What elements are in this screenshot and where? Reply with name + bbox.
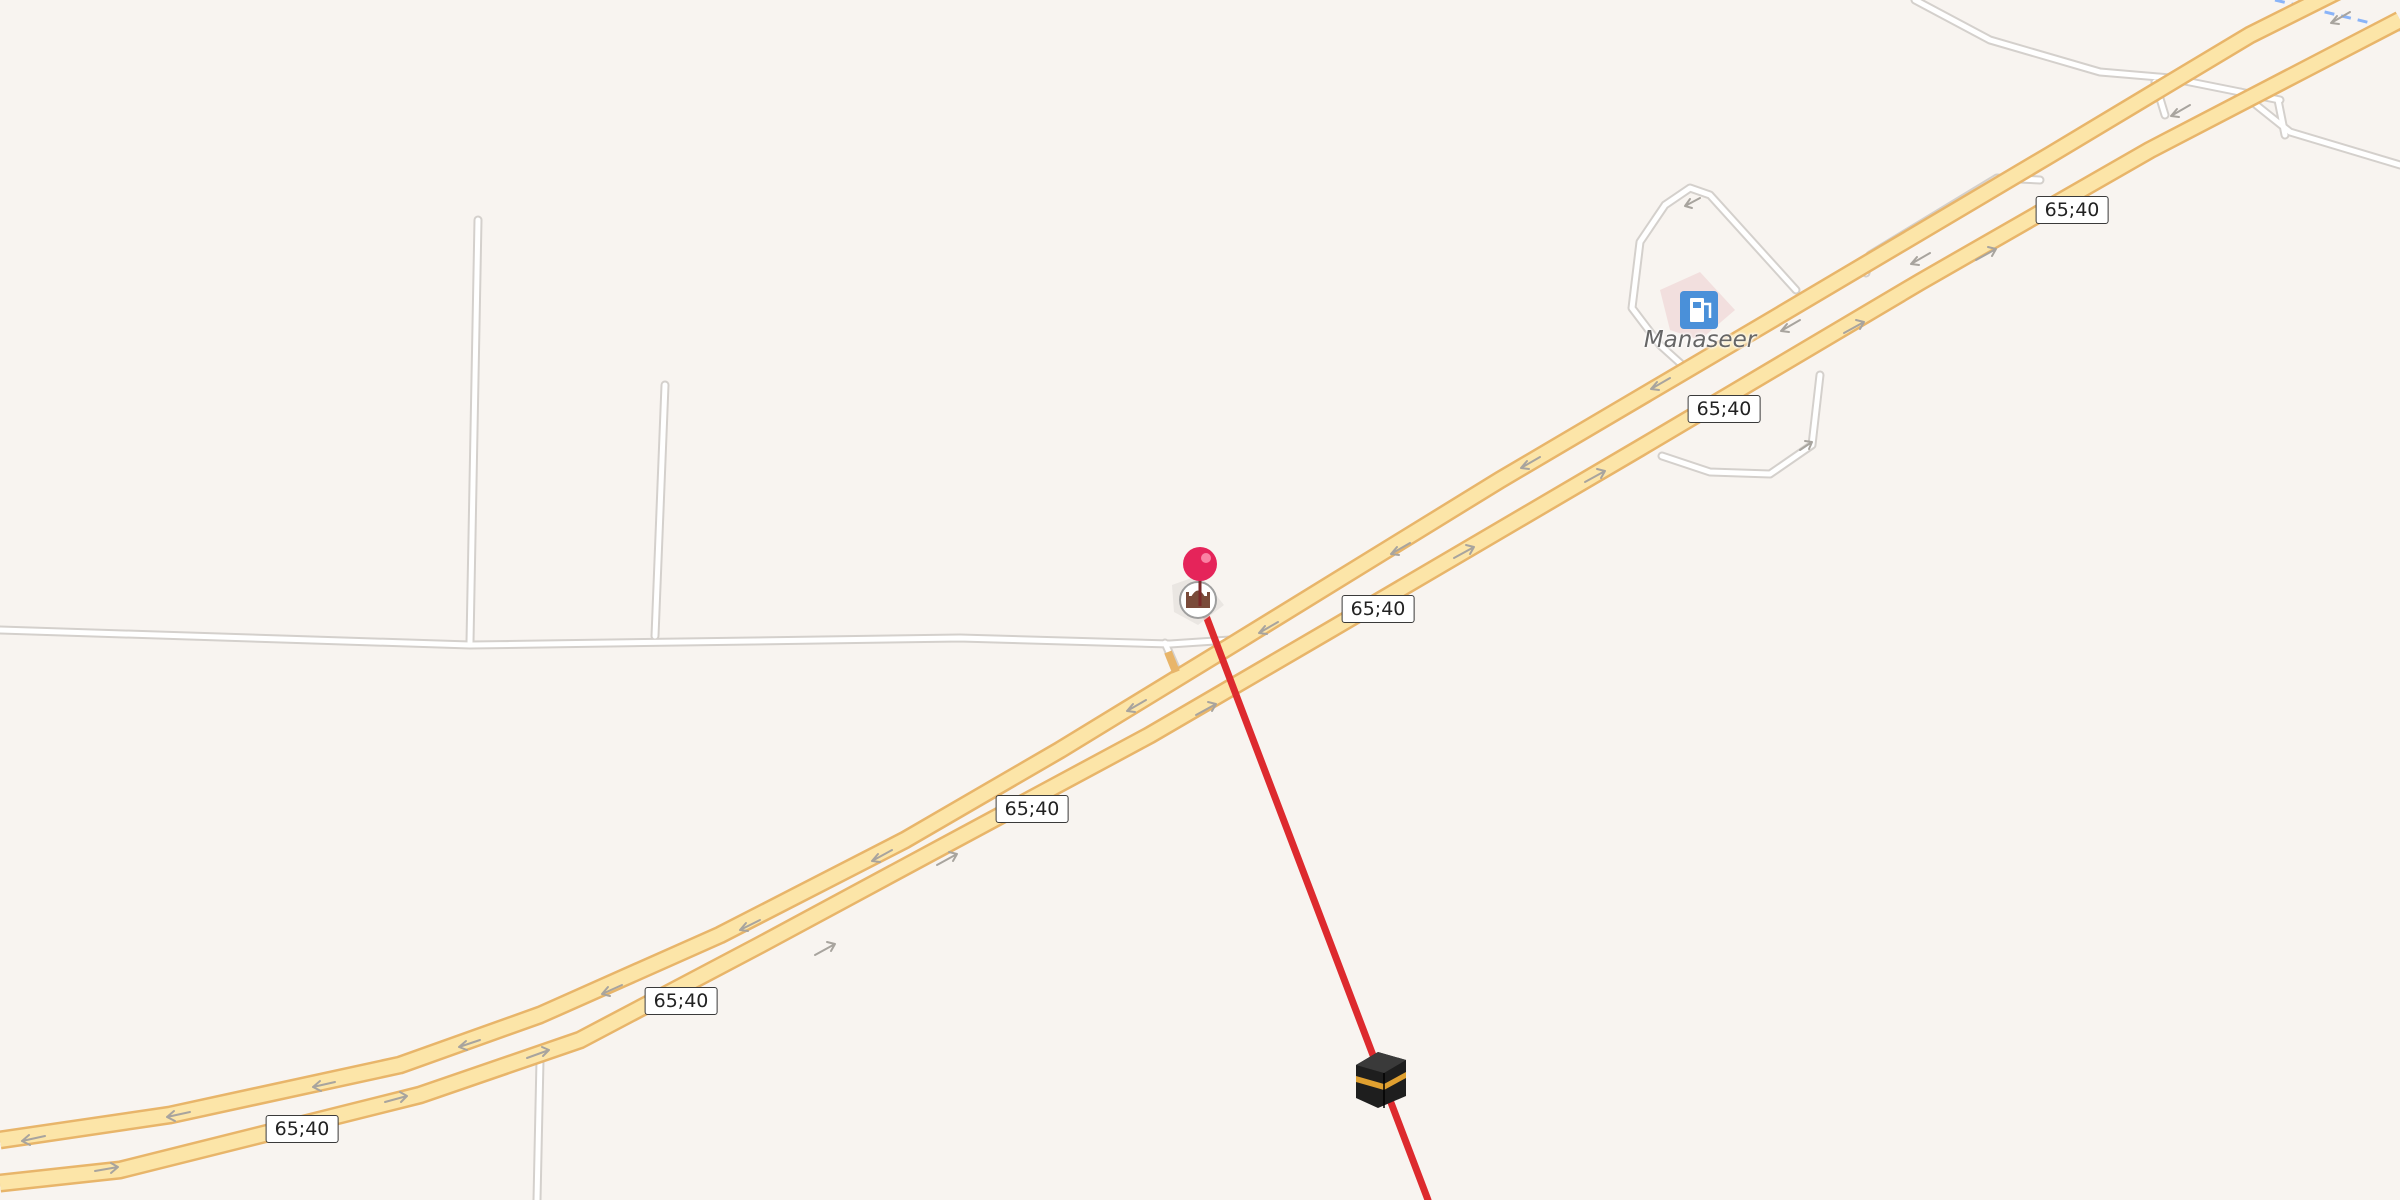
route-shield: 65;40: [1687, 395, 1761, 423]
kaaba-icon[interactable]: [1356, 1052, 1406, 1108]
place-label-manaseer[interactable]: Manaseer: [1644, 327, 1756, 353]
route-shield: 65;40: [995, 795, 1069, 823]
qibla-direction-line: [1196, 596, 1432, 1200]
map-canvas: [0, 0, 2400, 1200]
fuel-station-icon[interactable]: [1680, 291, 1718, 329]
route-shield: 65;40: [644, 987, 718, 1015]
map-view[interactable]: 65;40 65;40 65;40 65;40 65;40 65;40 Mana…: [0, 0, 2400, 1200]
place-of-worship-icon[interactable]: [1172, 575, 1224, 625]
route-shield: 65;40: [1341, 595, 1415, 623]
route-shield: 65;40: [265, 1115, 339, 1143]
route-shield: 65;40: [2035, 196, 2109, 224]
